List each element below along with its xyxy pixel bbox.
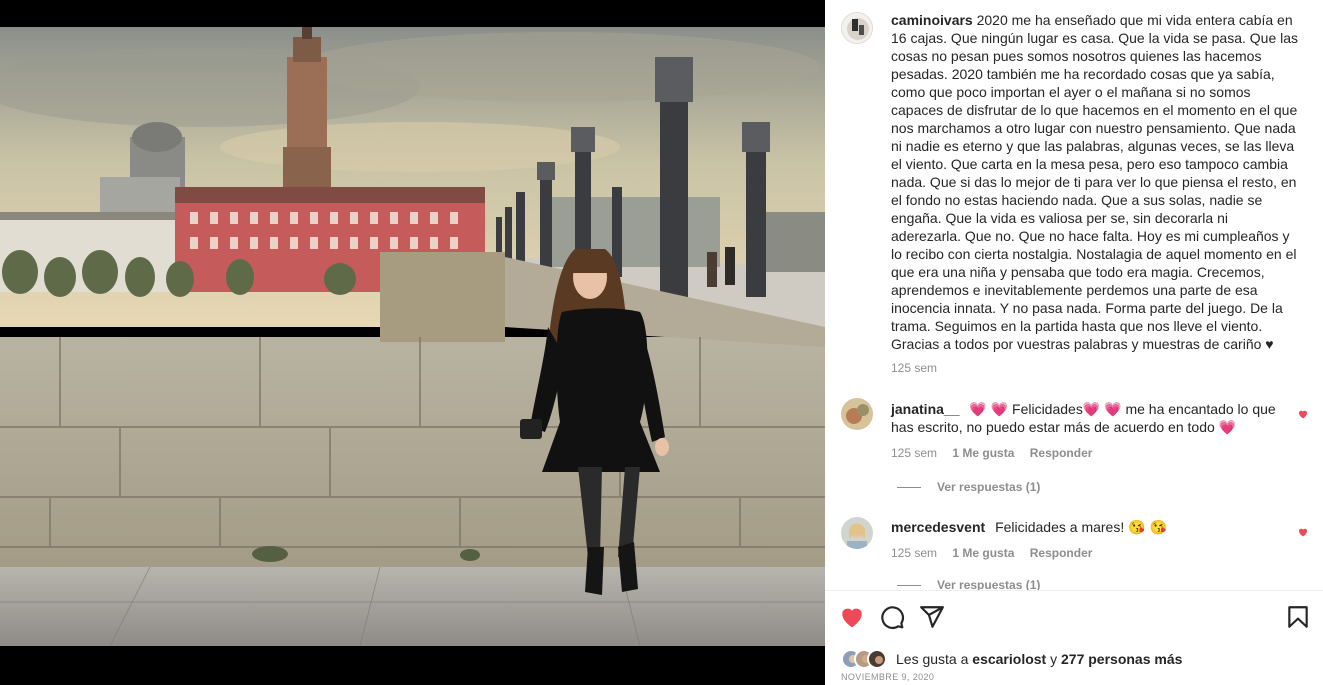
comment-item: janatina__ 💗 💗 Felicidades💗 💗 me ha enca…: [891, 400, 1286, 462]
caption-author[interactable]: caminoivars: [891, 12, 973, 28]
replies-line: [897, 584, 921, 586]
view-replies-label: Ver respuestas (1): [937, 480, 1041, 494]
author-avatar-image: [842, 13, 872, 43]
caption-time[interactable]: 125 sem: [891, 359, 1301, 377]
comment-meta: 125 sem 1 Me gusta Responder: [891, 444, 1286, 462]
post-date[interactable]: NOVIEMBRE 9, 2020: [841, 672, 934, 682]
likes-and: y: [1050, 651, 1058, 667]
likes-text: Les gusta a escariolost y 277 personas m…: [896, 651, 1182, 667]
media-pane: [0, 0, 825, 685]
liked-by-user[interactable]: escariolost: [972, 651, 1046, 667]
view-replies-label: Ver respuestas (1): [937, 578, 1041, 590]
comment-reply-button[interactable]: Responder: [1030, 546, 1093, 560]
comment-author[interactable]: janatina__: [891, 401, 959, 417]
comment-author[interactable]: mercedesvent: [891, 519, 985, 535]
commenter-avatar[interactable]: [841, 517, 873, 549]
bookmark-icon[interactable]: [1285, 604, 1311, 630]
view-replies-button[interactable]: Ver respuestas (1): [897, 578, 1040, 590]
comment-item: mercedesvent Felicidades a mares! 😘 😘 12…: [891, 518, 1286, 562]
comment-time[interactable]: 125 sem: [891, 546, 937, 560]
view-replies-button[interactable]: Ver respuestas (1): [897, 480, 1040, 494]
post-side-panel: caminoivars 2020 me ha enseñado que mi v…: [825, 0, 1323, 685]
author-avatar[interactable]: [841, 12, 873, 44]
comment-time[interactable]: 125 sem: [891, 446, 937, 460]
post-photo[interactable]: [0, 27, 825, 646]
comment-reply-button[interactable]: Responder: [1030, 446, 1093, 460]
commenter-avatar[interactable]: [841, 398, 873, 430]
comments-scroll-area[interactable]: caminoivars 2020 me ha enseñado que mi v…: [825, 0, 1323, 590]
caption-text: 2020 me ha enseñado que mi vida entera c…: [891, 12, 1299, 352]
heart-filled-icon[interactable]: [839, 604, 865, 630]
photo-illustration: [0, 27, 825, 646]
likes-others[interactable]: 277 personas más: [1061, 651, 1182, 667]
comment-text: Felicidades a mares! 😘 😘: [995, 519, 1167, 535]
likes-prefix: Les gusta a: [896, 651, 969, 667]
replies-line: [897, 486, 921, 488]
comment-like-heart-icon[interactable]: [1297, 408, 1309, 420]
liker-avatar: [867, 649, 887, 669]
speech-bubble-icon[interactable]: [879, 604, 905, 630]
commenter-avatar-image: [841, 398, 873, 430]
comment-likes[interactable]: 1 Me gusta: [952, 446, 1014, 460]
comment-likes[interactable]: 1 Me gusta: [952, 546, 1014, 560]
post-caption: caminoivars 2020 me ha enseñado que mi v…: [891, 11, 1301, 377]
liker-avatar-image: [869, 651, 885, 667]
comment-like-heart-icon[interactable]: [1297, 526, 1309, 538]
paper-plane-icon[interactable]: [919, 604, 945, 630]
likes-summary: Les gusta a escariolost y 277 personas m…: [841, 648, 1182, 670]
comment-meta: 125 sem 1 Me gusta Responder: [891, 544, 1286, 562]
actions-divider: [825, 590, 1323, 591]
post-action-bar: [825, 600, 1323, 636]
commenter-avatar-image: [841, 517, 873, 549]
